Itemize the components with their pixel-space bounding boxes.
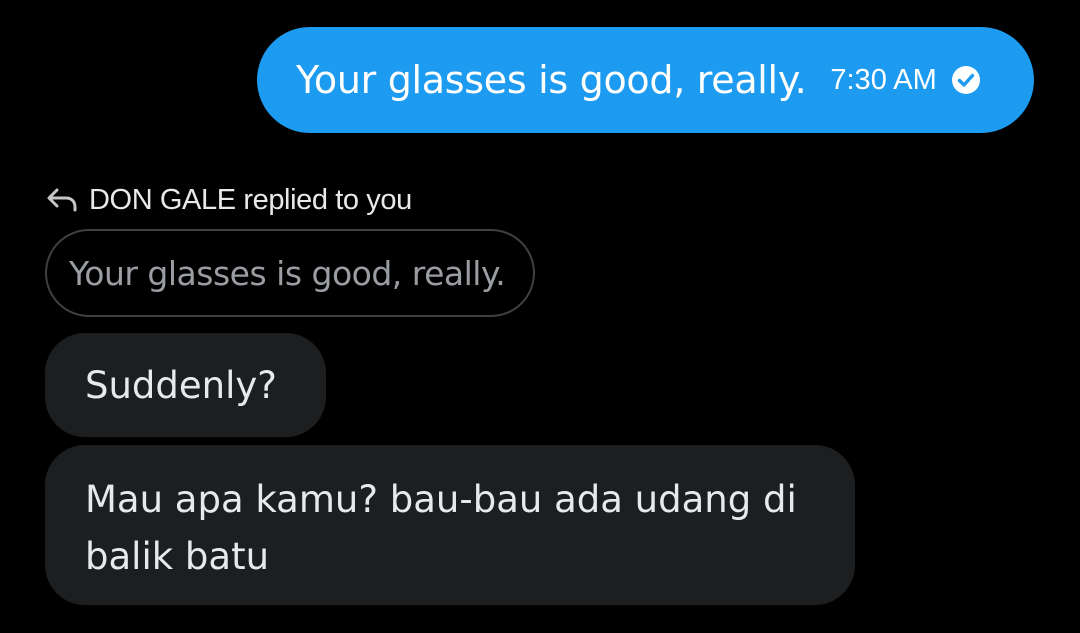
received-message-bubble[interactable]: Suddenly? — [45, 333, 326, 437]
reply-arrow-icon — [45, 187, 79, 213]
sent-message-time: 7:30 AM — [830, 63, 937, 96]
quoted-message-text: Your glasses is good, really. — [69, 253, 506, 293]
quoted-message[interactable]: Your glasses is good, really. — [45, 229, 535, 317]
seen-check-icon — [951, 65, 981, 95]
sent-message-text: Your glasses is good, really. — [296, 58, 807, 102]
reply-header: DON GALE replied to you — [45, 182, 412, 218]
received-message-text: Mau apa kamu? bau-bau ada udang di balik… — [85, 478, 797, 578]
sent-message-bubble[interactable]: Your glasses is good, really. 7:30 AM — [257, 27, 1034, 133]
received-message-text: Suddenly? — [85, 363, 277, 407]
reply-label: DON GALE replied to you — [89, 183, 412, 216]
received-message-bubble[interactable]: Mau apa kamu? bau-bau ada udang di balik… — [45, 445, 855, 605]
